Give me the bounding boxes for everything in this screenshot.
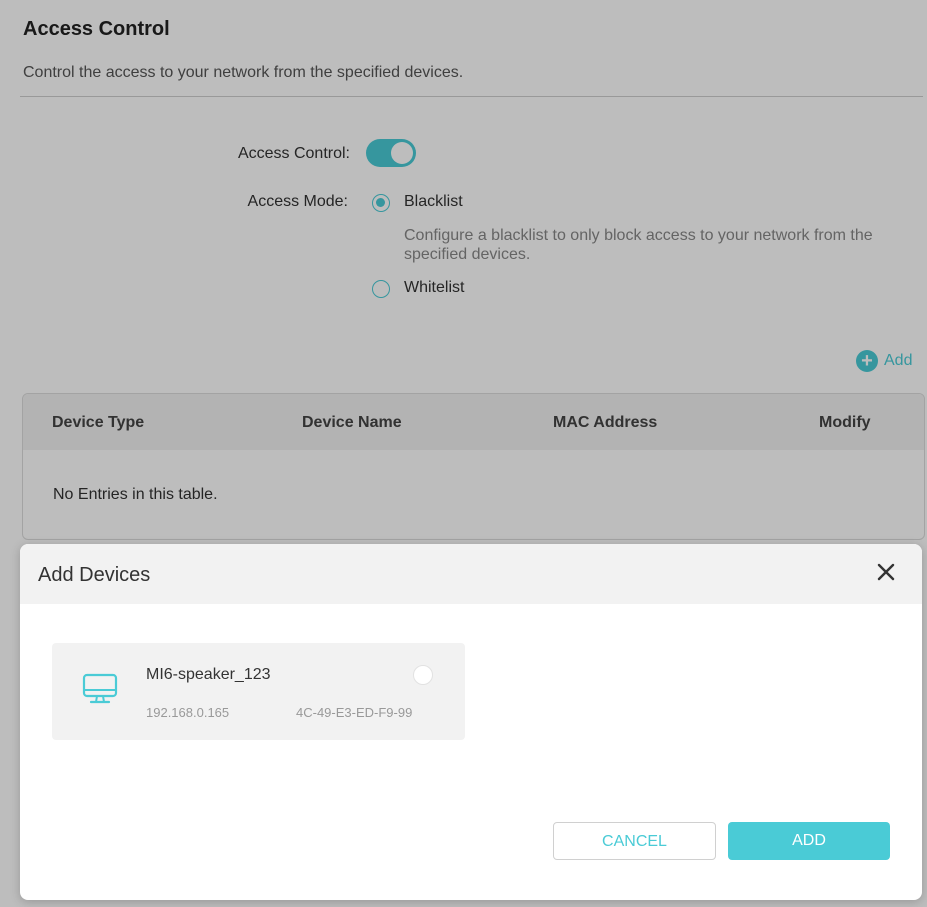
close-icon [877,563,895,581]
cancel-button[interactable]: CANCEL [553,822,716,860]
device-ip: 192.168.0.165 [146,705,230,720]
device-select-radio[interactable] [413,665,433,685]
device-card[interactable]: MI6-speaker_123 192.168.0.165 4C-49-E3-E… [52,643,465,740]
monitor-icon [82,673,118,704]
modal-header: Add Devices [20,544,922,604]
device-mac: 4C-49-E3-ED-F9-99 [296,705,413,720]
device-name: MI6-speaker_123 [146,666,271,683]
add-button[interactable]: ADD [728,822,890,860]
add-devices-modal: Add Devices MI6-speaker_123 192.168.0.16… [20,544,922,900]
modal-title: Add Devices [38,564,151,586]
close-button[interactable] [872,558,900,586]
